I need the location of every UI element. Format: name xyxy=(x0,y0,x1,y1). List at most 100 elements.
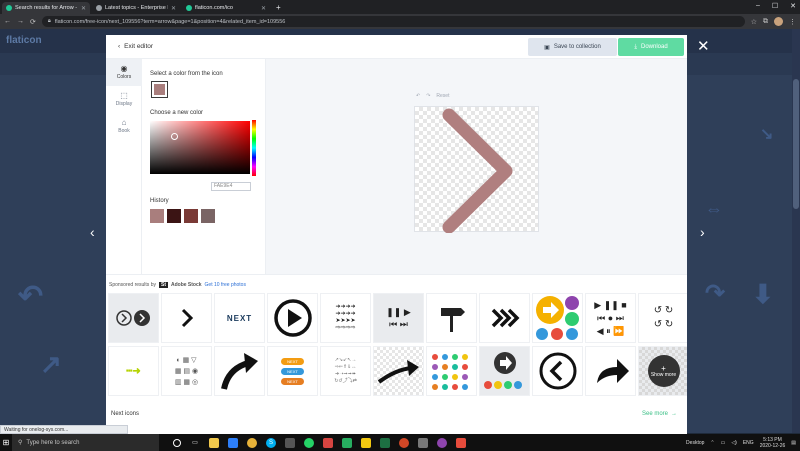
related-icon[interactable]: ▶ ❚❚ ■ ⏮ ● ⏭ ◀ ⏸ ⏩ xyxy=(585,293,636,343)
tool-display[interactable]: ⬚ Display xyxy=(106,86,142,113)
related-icon[interactable] xyxy=(161,293,212,343)
close-tab-icon[interactable]: ✕ xyxy=(171,5,176,12)
show-more-button[interactable]: + Show more xyxy=(647,355,680,387)
desktop-label[interactable]: Desktop xyxy=(686,440,704,446)
related-icon[interactable] xyxy=(108,293,159,343)
download-button[interactable]: ⤓ Download xyxy=(618,38,684,56)
related-icon[interactable] xyxy=(532,346,583,396)
browser-tab-3[interactable]: flaticon.com/ico ✕ xyxy=(182,2,270,14)
clock[interactable]: 5:13 PM 2020-12-26 xyxy=(760,437,786,449)
free-photos-link[interactable]: Get 10 free photos xyxy=(205,282,246,288)
history-swatch[interactable] xyxy=(201,209,215,223)
related-icon[interactable] xyxy=(373,346,424,396)
back-icon[interactable]: ← xyxy=(4,18,11,25)
next-icon-arrow[interactable]: › xyxy=(700,224,705,240)
history-swatch[interactable] xyxy=(167,209,181,223)
related-icon[interactable]: ↺ ↻ ↺ ↻ xyxy=(638,293,687,343)
task-view-icon[interactable]: ▭ xyxy=(190,438,200,448)
purple-app-icon[interactable] xyxy=(437,437,447,448)
related-icon[interactable]: NEXT xyxy=(214,293,265,343)
arrow-icon: ↗ xyxy=(40,349,62,379)
related-icon[interactable]: NEXT NEXT NEXT xyxy=(267,346,318,396)
previous-icon-arrow[interactable]: ‹ xyxy=(90,224,95,240)
language-indicator[interactable]: ENG xyxy=(743,440,754,446)
excel-icon[interactable] xyxy=(380,437,390,448)
hex-input[interactable]: FAE9E4 xyxy=(211,182,251,191)
related-icon[interactable]: ➜➜➜➜ ➔➔➔➔ ➤➤➤➤ ⇨⇨⇨⇨ xyxy=(320,293,371,343)
profile-avatar[interactable] xyxy=(774,17,783,26)
volume-icon[interactable]: ◁) xyxy=(731,440,737,446)
cortana-icon[interactable] xyxy=(173,438,181,447)
minimize-icon[interactable]: – xyxy=(756,2,760,10)
forward-curve-arrow-icon xyxy=(596,359,629,383)
powerpoint-icon[interactable] xyxy=(399,437,409,448)
power-bi-icon[interactable] xyxy=(361,437,371,448)
save-to-collection-button[interactable]: ▣ Save to collection xyxy=(528,38,617,56)
related-icon[interactable]: ┅➜ xyxy=(108,346,159,396)
color-picker-area[interactable] xyxy=(150,121,250,174)
see-more-link[interactable]: See more → xyxy=(642,411,677,417)
history-swatch[interactable] xyxy=(150,209,164,223)
colorful-arrow-buttons-icon xyxy=(535,296,579,340)
related-icon[interactable] xyxy=(267,293,318,343)
related-icon[interactable]: ❚❚ ▶ ⏮ ⏭ xyxy=(373,293,424,343)
chevron-left-icon: ‹ xyxy=(118,43,121,50)
selected-icon-color[interactable] xyxy=(151,81,168,98)
reload-icon[interactable]: ⟳ xyxy=(30,18,36,26)
close-modal-icon[interactable]: ✕ xyxy=(697,39,710,54)
redo-icon[interactable]: ↷ xyxy=(426,93,430,99)
close-window-icon[interactable]: ✕ xyxy=(790,2,796,10)
related-icon[interactable] xyxy=(532,293,583,343)
forward-icon[interactable]: → xyxy=(17,18,24,25)
network-icon[interactable]: ▭ xyxy=(721,440,726,446)
close-tab-icon[interactable]: ✕ xyxy=(81,5,86,12)
related-icon[interactable] xyxy=(426,346,477,396)
related-icon[interactable]: ↗↘↙↖→ ⇒⇐⇑⇓↔ ➜➝➞➟➠ ↻↺⤴⤵⇄ xyxy=(320,346,371,396)
related-icon[interactable] xyxy=(585,346,636,396)
related-icon[interactable]: ◐ ▦ ▽ ▦ ▤ ◉ ▥ ▦ ◎ xyxy=(161,346,212,396)
chrome-icon[interactable] xyxy=(247,437,257,448)
related-icon[interactable] xyxy=(479,293,530,343)
history-swatch[interactable] xyxy=(184,209,198,223)
prev-next-circle-icon xyxy=(115,310,150,326)
browser-tab-2[interactable]: Latest topics - Enterprise DNA Fo ✕ xyxy=(92,2,180,14)
related-icon[interactable] xyxy=(214,346,265,396)
scrollbar-thumb[interactable] xyxy=(793,79,799,209)
clock-date: 2020-12-26 xyxy=(759,442,786,449)
bookmark-star-icon[interactable]: ☆ xyxy=(751,18,757,26)
save-icon: ▣ xyxy=(544,44,550,51)
page-scrollbar[interactable] xyxy=(792,29,800,433)
notifications-icon[interactable]: ▤ xyxy=(791,440,796,446)
orange-app-icon[interactable] xyxy=(456,437,466,448)
tab-title: Latest topics - Enterprise DNA Fo xyxy=(105,5,168,11)
calculator-icon[interactable] xyxy=(418,437,428,448)
tray-chevron-icon[interactable]: ⌃ xyxy=(710,440,714,446)
extensions-icon[interactable]: ⧉ xyxy=(763,18,768,26)
maximize-icon[interactable]: ☐ xyxy=(772,2,778,10)
reset-label[interactable]: Reset xyxy=(436,93,449,99)
related-icon[interactable] xyxy=(479,346,530,396)
menu-kebab-icon[interactable]: ⋮ xyxy=(789,18,796,26)
show-more-cell[interactable]: + Show more xyxy=(638,346,687,396)
camtasia-icon[interactable] xyxy=(342,437,352,448)
whatsapp-icon[interactable] xyxy=(304,437,314,448)
mail-icon[interactable] xyxy=(228,437,238,448)
hue-slider[interactable] xyxy=(252,120,256,176)
exit-editor-button[interactable]: ‹ Exit editor xyxy=(118,43,153,50)
new-tab-button[interactable]: + xyxy=(276,2,281,14)
tool-colors[interactable]: ◉ Colors xyxy=(106,59,142,86)
close-tab-icon[interactable]: ✕ xyxy=(261,5,266,12)
file-explorer-icon[interactable] xyxy=(209,437,219,448)
settings-app-icon[interactable] xyxy=(285,437,295,448)
browser-tab-1[interactable]: Search results for Arrow - Flatico ✕ xyxy=(2,2,90,14)
save-label: Save to collection xyxy=(553,44,601,50)
undo-icon[interactable]: ↶ xyxy=(416,93,420,99)
taskbar-search[interactable]: ⚲ Type here to search xyxy=(12,434,159,451)
tool-book[interactable]: ⌂ Book xyxy=(106,113,142,140)
color-picker-handle[interactable] xyxy=(171,133,178,140)
red-app-icon[interactable] xyxy=(323,437,333,448)
skype-icon[interactable]: S xyxy=(266,437,276,448)
windows-start-icon[interactable]: ⊞ xyxy=(0,434,12,451)
omnibox[interactable]: 🔒︎ flaticon.com/free-icon/next_109556?te… xyxy=(41,16,745,27)
related-icon[interactable] xyxy=(426,293,477,343)
